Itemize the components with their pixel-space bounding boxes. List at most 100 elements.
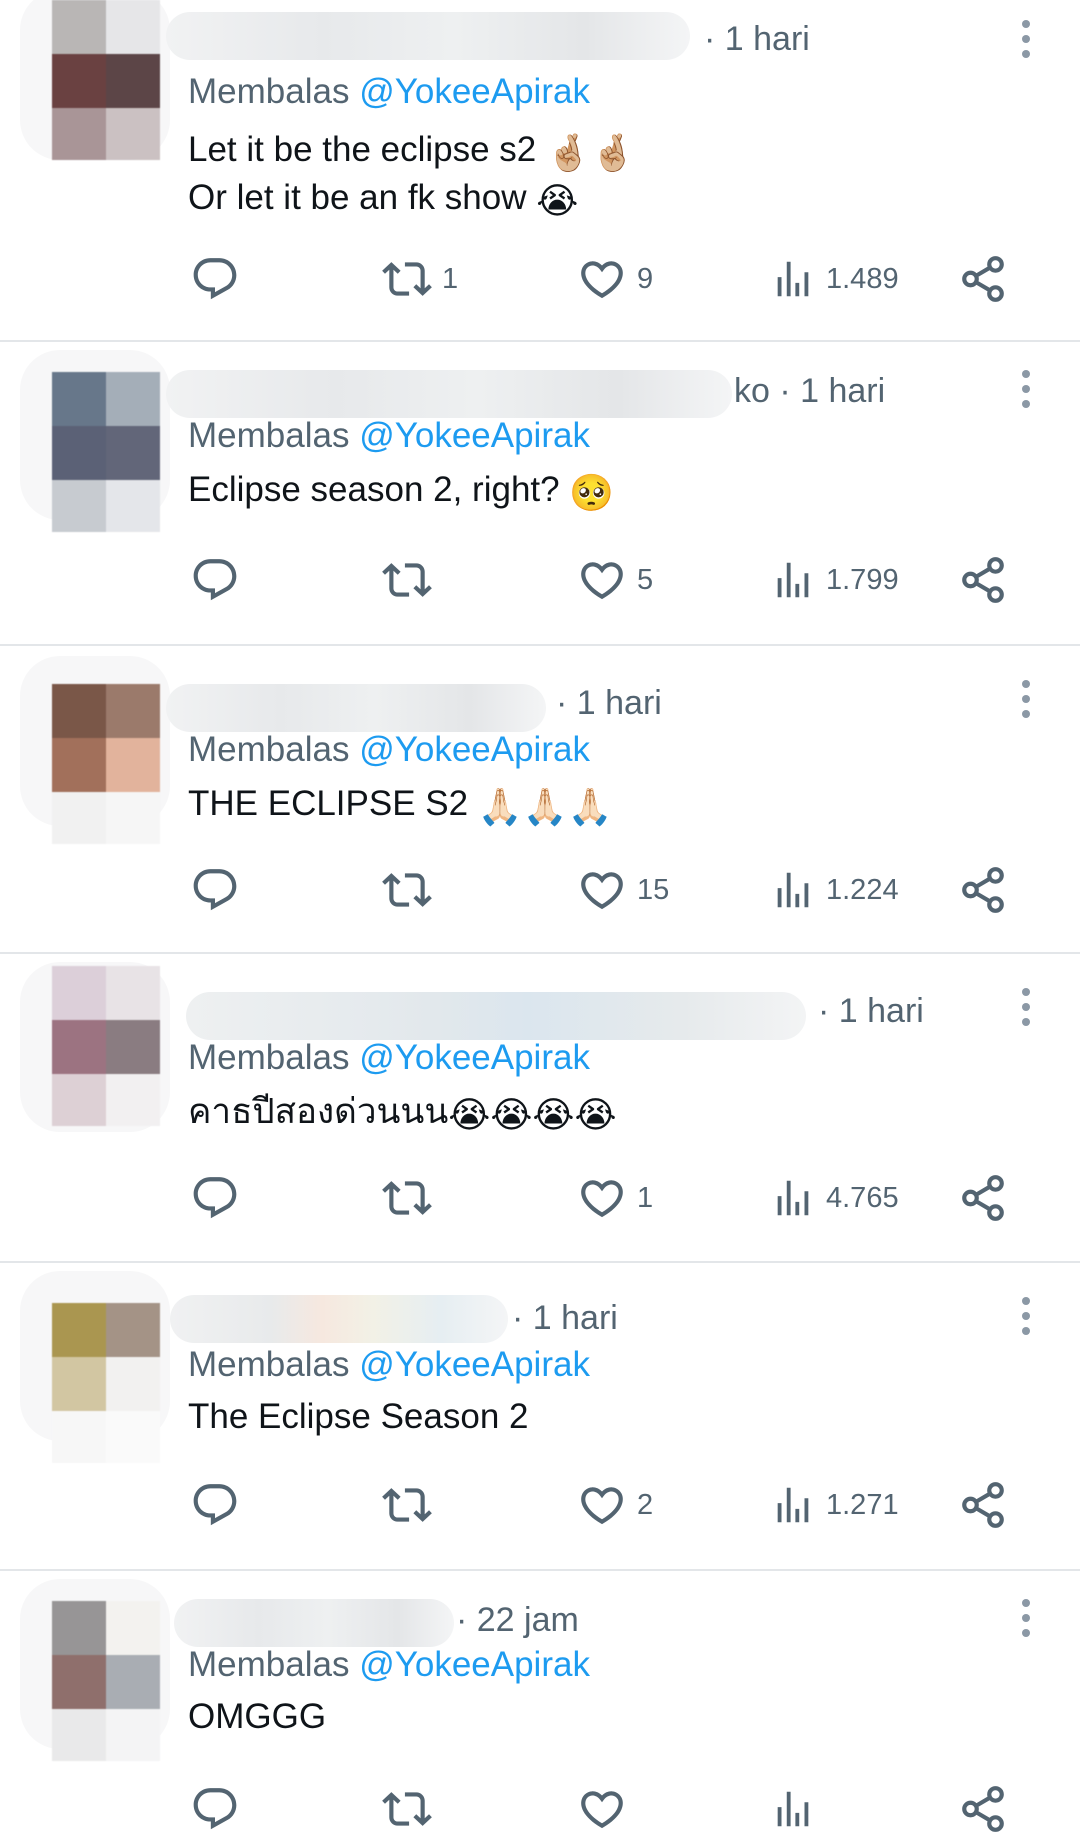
tweet-text-line: Eclipse season 2, right? [188, 470, 560, 509]
views-button[interactable]: 4.765 [770, 1168, 899, 1228]
replying-handle-link[interactable]: @YokeeApirak [359, 730, 590, 769]
tweet-text-line: The Eclipse Season 2 [188, 1397, 529, 1436]
replying-handle-link[interactable]: @YokeeApirak [359, 1645, 590, 1684]
retweet-count: 1 [442, 262, 459, 295]
reply-icon [190, 865, 240, 915]
like-button[interactable]: 9 [577, 249, 653, 309]
replying-label: Membalas [188, 72, 350, 111]
reply-icon [190, 555, 240, 605]
heart-icon [577, 865, 627, 915]
share-button[interactable] [958, 550, 1008, 610]
username-blurred[interactable] [166, 684, 546, 732]
replying-handle-link[interactable]: @YokeeApirak [359, 72, 590, 111]
action-bar: 15 1.224 [0, 860, 1080, 920]
username-blurred[interactable] [186, 992, 806, 1040]
reply-item[interactable]: · 1 hari Membalas @YokeeApirak The Eclip… [0, 1263, 1080, 1571]
reply-item[interactable]: · 1 hari Membalas @YokeeApirak Let it be… [0, 0, 1080, 342]
heart-icon [577, 555, 627, 605]
more-options-icon[interactable] [1022, 20, 1030, 65]
reply-button[interactable] [190, 1168, 240, 1228]
share-button[interactable] [958, 1475, 1008, 1535]
retweet-button[interactable] [382, 550, 442, 610]
replying-handle-link[interactable]: @YokeeApirak [359, 1038, 590, 1077]
like-count: 15 [637, 873, 670, 906]
replying-label: Membalas [188, 1038, 350, 1077]
reply-button[interactable] [190, 860, 240, 920]
views-chart-icon [770, 1786, 816, 1832]
reply-icon [190, 1173, 240, 1223]
more-options-icon[interactable] [1022, 1599, 1030, 1644]
more-options-icon[interactable] [1022, 370, 1030, 415]
reply-button[interactable] [190, 1779, 240, 1839]
heart-icon [577, 254, 627, 304]
timestamp[interactable]: · 1 hari [704, 20, 810, 59]
like-button[interactable]: 15 [577, 860, 669, 920]
like-button[interactable]: 1 [577, 1168, 653, 1228]
tweet-text-line: คาธปีสองด่วนนน [188, 1092, 449, 1131]
username-blurred[interactable] [174, 1599, 454, 1647]
avatar[interactable] [52, 1601, 160, 1761]
reply-item[interactable]: · 1 hari Membalas @YokeeApirak THE ECLIP… [0, 646, 1080, 954]
avatar[interactable] [52, 1303, 160, 1463]
views-chart-icon [770, 867, 816, 913]
like-button[interactable]: 5 [577, 550, 653, 610]
avatar[interactable] [52, 0, 160, 160]
reply-button[interactable] [190, 249, 240, 309]
retweet-button[interactable] [382, 1168, 442, 1228]
tweet-text: คาธปีสองด่วนนน😭😭😭😭 [188, 1088, 617, 1136]
replying-label: Membalas [188, 1645, 350, 1684]
reply-button[interactable] [190, 1475, 240, 1535]
more-options-icon[interactable] [1022, 680, 1030, 725]
timestamp[interactable]: · 1 hari [818, 992, 924, 1031]
share-icon [958, 555, 1008, 605]
views-button[interactable]: 1.799 [770, 550, 899, 610]
replying-to: Membalas @YokeeApirak [188, 416, 590, 456]
replying-to: Membalas @YokeeApirak [188, 72, 590, 112]
crying-face-emoji: 😭 [536, 180, 579, 221]
username-blurred[interactable] [166, 370, 732, 418]
like-button[interactable]: 2 [577, 1475, 653, 1535]
avatar[interactable] [52, 372, 160, 532]
views-chart-icon [770, 1175, 816, 1221]
tweet-text: Eclipse season 2, right? 🥺 [188, 466, 614, 514]
heart-icon [577, 1173, 627, 1223]
username-blurred[interactable] [166, 12, 690, 60]
replies-feed: · 1 hari Membalas @YokeeApirak Let it be… [0, 0, 1080, 1816]
share-button[interactable] [958, 249, 1008, 309]
share-button[interactable] [958, 1779, 1008, 1839]
replying-label: Membalas [188, 730, 350, 769]
views-button[interactable] [770, 1779, 816, 1839]
replying-handle-link[interactable]: @YokeeApirak [359, 416, 590, 455]
more-options-icon[interactable] [1022, 1297, 1030, 1342]
views-button[interactable]: 1.224 [770, 860, 899, 920]
reply-item[interactable]: · 22 jam Membalas @YokeeApirak OMGGG [0, 1571, 1080, 1816]
avatar[interactable] [52, 684, 160, 844]
retweet-button[interactable]: 1 [382, 249, 458, 309]
timestamp[interactable]: · 22 jam [456, 1601, 579, 1640]
share-button[interactable] [958, 1168, 1008, 1228]
like-button[interactable] [577, 1779, 627, 1839]
retweet-button[interactable] [382, 1475, 442, 1535]
reply-item[interactable]: · 1 hari Membalas @YokeeApirak คาธปีสองด… [0, 954, 1080, 1263]
retweet-button[interactable] [382, 1779, 432, 1839]
action-bar [0, 1779, 1080, 1839]
views-button[interactable]: 1.489 [770, 249, 899, 309]
share-button[interactable] [958, 860, 1008, 920]
avatar[interactable] [52, 966, 160, 1126]
views-button[interactable]: 1.271 [770, 1475, 899, 1535]
views-chart-icon [770, 557, 816, 603]
reply-item[interactable]: ko · 1 hari Membalas @YokeeApirak Eclips… [0, 342, 1080, 646]
tweet-text-line: OMGGG [188, 1697, 327, 1736]
reply-button[interactable] [190, 550, 240, 610]
crossed-fingers-emoji: 🤞🏼🤞🏼 [546, 132, 636, 173]
replying-handle-link[interactable]: @YokeeApirak [359, 1345, 590, 1384]
tweet-text-line: THE ECLIPSE S2 [188, 784, 469, 823]
tweet-text: THE ECLIPSE S2 🙏🏻🙏🏻🙏🏻 [188, 780, 612, 828]
timestamp[interactable]: · 1 hari [512, 1299, 618, 1338]
view-count: 1.489 [826, 262, 899, 295]
more-options-icon[interactable] [1022, 988, 1030, 1033]
timestamp[interactable]: ko · 1 hari [734, 372, 885, 411]
timestamp[interactable]: · 1 hari [556, 684, 662, 723]
username-blurred[interactable] [170, 1295, 508, 1343]
retweet-button[interactable] [382, 860, 442, 920]
